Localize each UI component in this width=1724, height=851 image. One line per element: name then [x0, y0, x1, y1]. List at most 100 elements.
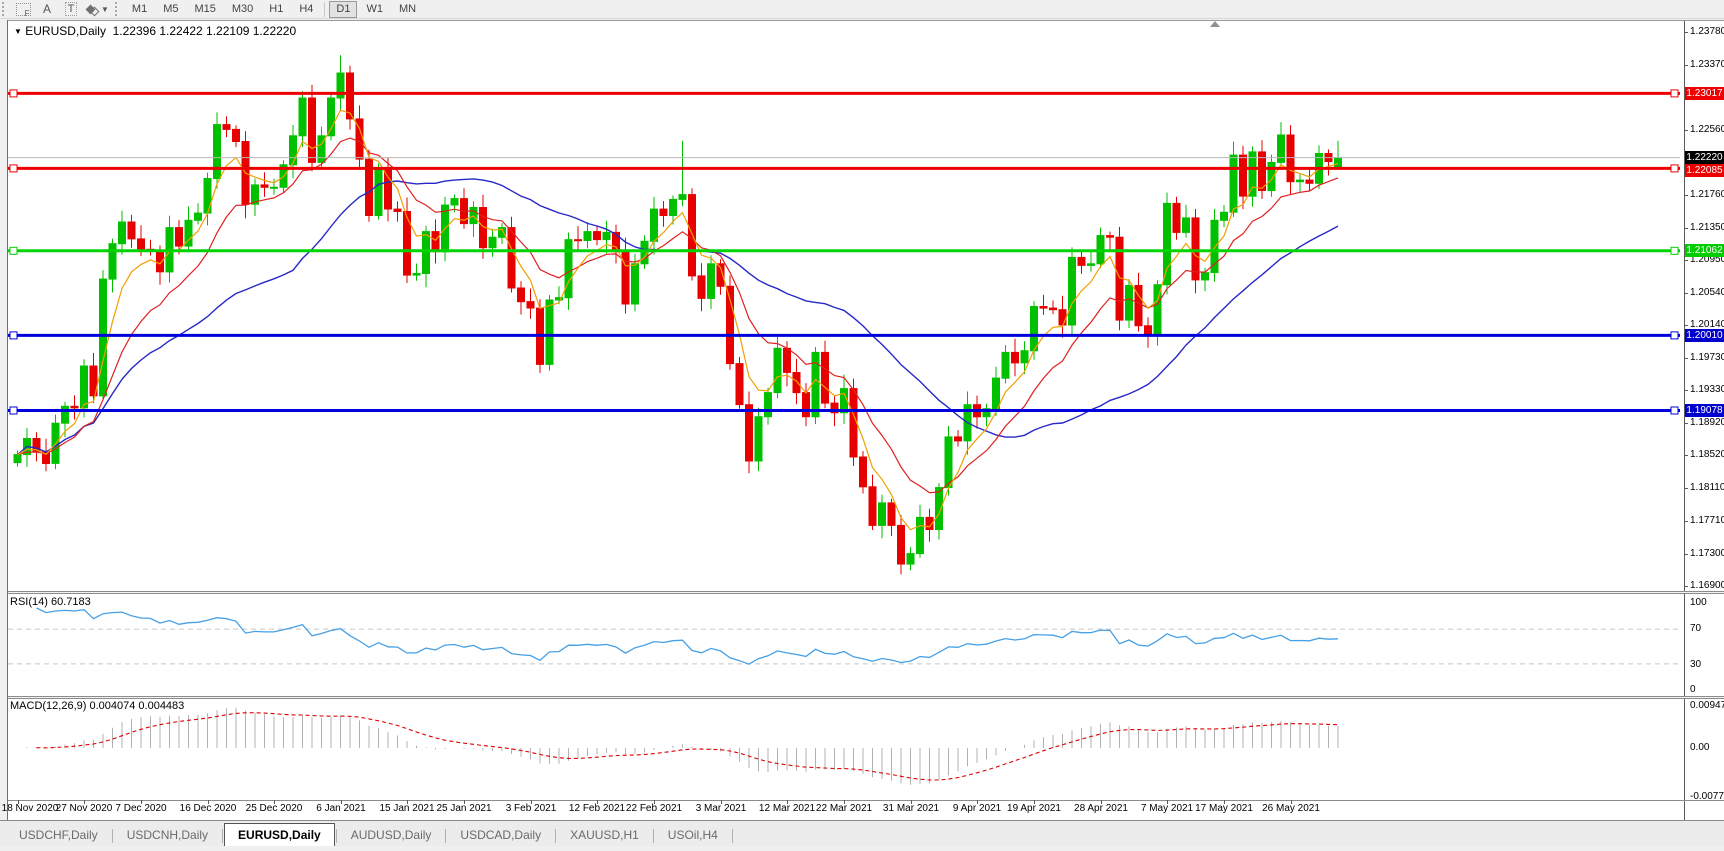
panel-separator-macd[interactable] [8, 696, 1724, 699]
date-tick-label: 6 Jan 2021 [316, 803, 366, 814]
chart-plot[interactable] [8, 21, 1724, 820]
timeframe-button-H1[interactable]: H1 [262, 1, 290, 18]
resistance-line-badge[interactable]: 1.23017 [1685, 87, 1724, 100]
panel-separator-rsi[interactable] [8, 591, 1724, 594]
price-tick-label: 1.21760 [1690, 189, 1724, 200]
tab-separator [111, 829, 113, 843]
chart-title[interactable]: ▼ EURUSD,Daily 1.22396 1.22422 1.22109 1… [14, 24, 296, 38]
tab-separator [555, 829, 557, 843]
date-tick-label: 12 Feb 2021 [568, 803, 626, 814]
rsi-tick-label: 70 [1690, 623, 1702, 634]
chevron-down-icon: ▼ [101, 4, 109, 14]
timeframe-button-M5[interactable]: M5 [156, 1, 185, 18]
text-label-tool-button[interactable]: T [61, 1, 81, 18]
fibonacci-icon: F [15, 2, 31, 18]
chart-tab-usdchf[interactable]: USDCHF,Daily [6, 825, 111, 846]
current-price-badge[interactable]: 1.22220 [1685, 151, 1724, 164]
date-tick-label: 9 Apr 2021 [952, 803, 1002, 814]
price-tick-dash [1684, 358, 1688, 359]
price-tick-dash [1684, 130, 1688, 131]
timeframe-button-M1[interactable]: M1 [125, 1, 154, 18]
status-bar [0, 846, 1724, 851]
date-tick-label: 18 Nov 2020 [1, 803, 59, 814]
date-tick-label: 25 Dec 2020 [245, 803, 303, 814]
date-tick-label: 28 Apr 2021 [1074, 803, 1128, 814]
toolbar-separator [324, 1, 326, 17]
tab-separator [731, 829, 733, 843]
date-tick-label: 19 Apr 2021 [1007, 803, 1061, 814]
price-tick-label: 1.22560 [1690, 124, 1724, 135]
fibonacci-tool-button[interactable]: F [13, 1, 33, 18]
mt4-window: F A T ▼ M1 M5 M15 M30 H1 H4 D1 W1 MN ▼ EURUSD,Da… [0, 0, 1724, 851]
date-tick-label: 17 May 2021 [1195, 803, 1253, 814]
macd-label: MACD(12,26,9) 0.004074 0.004483 [10, 700, 185, 712]
chart-tab-eurusd[interactable]: EURUSD,Daily [224, 823, 335, 846]
tab-separator [652, 829, 654, 843]
rsi-tick-label: 100 [1690, 597, 1707, 608]
chart-frame-left [7, 20, 8, 820]
chart-tab-usdcnh[interactable]: USDCNH,Daily [114, 825, 221, 846]
price-tick-label: 1.23370 [1690, 59, 1724, 70]
date-tick-label: 16 Dec 2020 [179, 803, 237, 814]
timeframe-button-H4[interactable]: H4 [292, 1, 320, 18]
timeframe-button-M15[interactable]: M15 [187, 1, 222, 18]
date-tick-label: 26 May 2021 [1262, 803, 1320, 814]
tab-separator [335, 829, 337, 843]
price-tick-dash [1684, 293, 1688, 294]
symbol-dropdown-icon[interactable]: ▼ [14, 27, 22, 36]
price-tick-label: 1.19730 [1690, 352, 1724, 363]
price-tick-label: 1.21350 [1690, 222, 1724, 233]
rsi-tick-label: 0 [1690, 684, 1696, 695]
price-tick-dash [1684, 325, 1688, 326]
price-tick-label: 1.18920 [1690, 417, 1724, 428]
price-tick-dash [1684, 260, 1688, 261]
timeframe-button-M30[interactable]: M30 [225, 1, 260, 18]
support-line-badge[interactable]: 1.20010 [1685, 329, 1724, 342]
support-line-badge[interactable]: 1.19078 [1685, 404, 1724, 417]
date-tick-label: 7 May 2021 [1140, 803, 1194, 814]
price-tick-dash [1684, 521, 1688, 522]
resistance-line-badge[interactable]: 1.22085 [1685, 164, 1724, 177]
toolbar-grip-2[interactable] [114, 2, 120, 16]
price-tick-label: 1.17710 [1690, 515, 1724, 526]
date-tick-label: 27 Nov 2020 [55, 803, 113, 814]
price-tick-dash [1684, 423, 1688, 424]
price-tick-label: 1.16900 [1690, 580, 1724, 591]
arrows-tool-button[interactable]: ▼ [85, 1, 111, 18]
date-tick-label: 22 Feb 2021 [625, 803, 683, 814]
price-tick-dash [1684, 195, 1688, 196]
chart-shift-marker[interactable] [1210, 21, 1220, 27]
price-tick-dash [1684, 488, 1688, 489]
chart-tab-bar: USDCHF,Daily USDCNH,Daily EURUSD,Daily AUDU… [0, 821, 1724, 846]
price-tick-label: 1.20540 [1690, 287, 1724, 298]
date-tick-label: 22 Mar 2021 [815, 803, 873, 814]
price-tick-dash [1684, 390, 1688, 391]
price-tick-dash [1684, 228, 1688, 229]
price-axis-border [1684, 21, 1685, 820]
chart-tab-xauusd[interactable]: XAUUSD,H1 [557, 825, 652, 846]
price-tick-label: 1.18110 [1690, 482, 1724, 493]
chart-tab-audusd[interactable]: AUDUSD,Daily [338, 825, 445, 846]
date-tick-label: 12 Mar 2021 [758, 803, 816, 814]
timeframe-button-MN[interactable]: MN [392, 1, 423, 18]
timeframe-button-W1[interactable]: W1 [359, 1, 390, 18]
rsi-label: RSI(14) 60.7183 [10, 596, 91, 608]
price-tick-dash [1684, 65, 1688, 66]
toolbar-grip[interactable] [2, 2, 7, 16]
toolbar: F A T ▼ M1 M5 M15 M30 H1 H4 D1 W1 MN [0, 0, 1724, 19]
date-tick-label: 3 Mar 2021 [695, 803, 747, 814]
date-tick-label: 7 Dec 2020 [115, 803, 167, 814]
date-axis-border [8, 800, 1724, 801]
tab-separator [222, 829, 224, 843]
chart-tab-usoil[interactable]: USOil,H4 [655, 825, 731, 846]
price-tick-dash [1684, 455, 1688, 456]
text-tool-button[interactable]: A [37, 1, 57, 18]
timeframe-button-D1[interactable]: D1 [329, 0, 358, 18]
chart-ohlc: 1.22396 1.22422 1.22109 1.22220 [112, 24, 297, 38]
date-tick-label: 31 Mar 2021 [882, 803, 940, 814]
support-line-badge[interactable]: 1.21062 [1685, 244, 1724, 257]
chart-tab-usdcad[interactable]: USDCAD,Daily [447, 825, 554, 846]
price-tick-dash [1684, 586, 1688, 587]
date-tick-label: 15 Jan 2021 [379, 803, 435, 814]
price-tick-label: 1.17300 [1690, 548, 1724, 559]
